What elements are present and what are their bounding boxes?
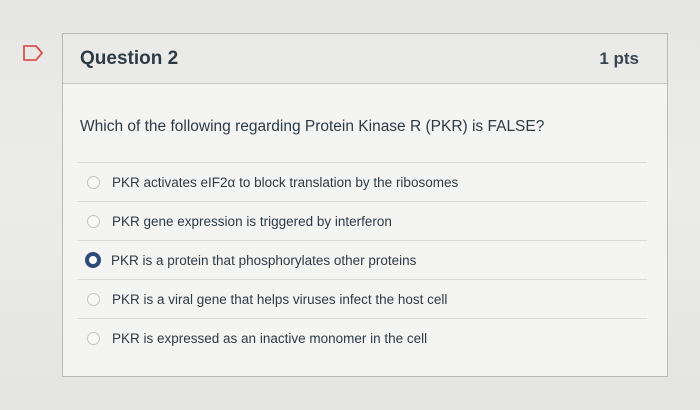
question-title: Question 2	[80, 47, 179, 69]
flag-question-icon[interactable]	[22, 44, 44, 62]
answer-label: PKR is a viral gene that helps viruses i…	[112, 291, 448, 307]
answer-label: PKR activates eIF2α to block translation…	[112, 174, 459, 190]
radio-button-selected-icon[interactable]	[85, 252, 101, 268]
question-card: Question 2 1 pts Which of the following …	[62, 33, 668, 377]
answer-option-3[interactable]: PKR is a protein that phosphorylates oth…	[77, 240, 647, 279]
question-header: Question 2 1 pts	[63, 34, 667, 84]
question-points: 1 pts	[599, 48, 639, 68]
answer-option-1[interactable]: PKR activates eIF2α to block translation…	[77, 162, 647, 201]
answer-option-4[interactable]: PKR is a viral gene that helps viruses i…	[77, 279, 647, 318]
radio-button-icon[interactable]	[87, 331, 100, 345]
answer-label: PKR is expressed as an inactive monomer …	[112, 330, 428, 346]
question-text: Which of the following regarding Protein…	[80, 118, 545, 135]
answer-option-5[interactable]: PKR is expressed as an inactive monomer …	[77, 318, 647, 357]
answer-label: PKR is a protein that phosphorylates oth…	[111, 252, 417, 268]
radio-button-icon[interactable]	[87, 292, 100, 306]
answer-label: PKR gene expression is triggered by inte…	[112, 213, 392, 229]
answer-option-2[interactable]: PKR gene expression is triggered by inte…	[77, 201, 647, 240]
radio-button-icon[interactable]	[87, 175, 100, 189]
radio-button-icon[interactable]	[87, 214, 100, 228]
answer-list: PKR activates eIF2α to block translation…	[77, 162, 647, 357]
